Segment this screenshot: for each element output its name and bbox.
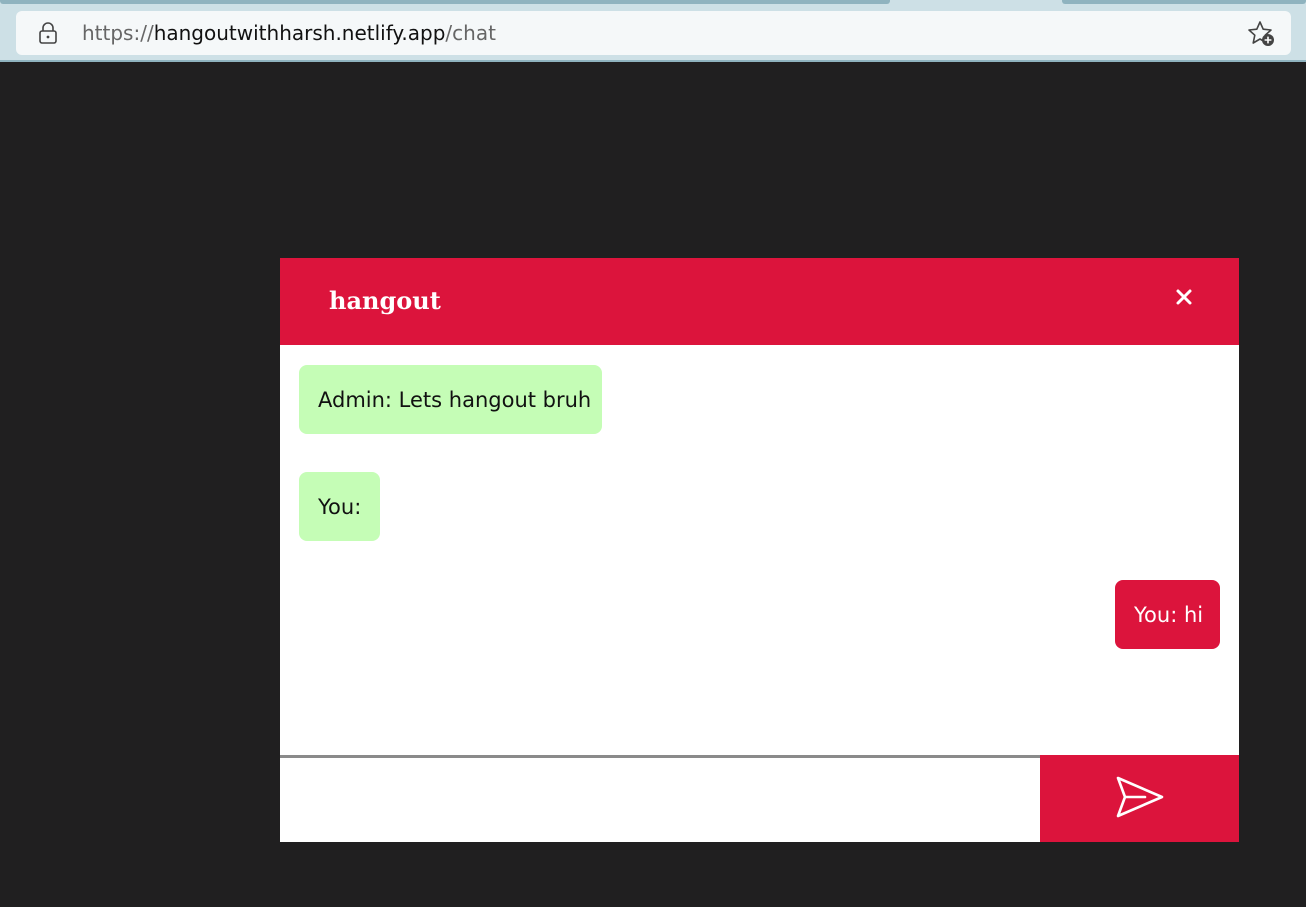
message-bubble: You: [299, 472, 380, 541]
inactive-tab-indicator[interactable] [1062, 0, 1306, 4]
message-bubble: You: hi [1115, 580, 1220, 649]
compose-bar [280, 755, 1239, 842]
chat-header: hangout [280, 258, 1239, 345]
lock-icon[interactable] [38, 21, 58, 45]
add-favorite-icon[interactable] [1246, 20, 1276, 48]
tab-strip [0, 0, 1306, 4]
url-scheme: https:// [82, 21, 154, 45]
chat-title: hangout [329, 286, 441, 315]
chat-window: hangout Admin: Lets hangout bruh You: Yo… [280, 258, 1239, 842]
send-button[interactable] [1040, 755, 1239, 842]
close-icon[interactable] [1173, 286, 1195, 308]
browser-toolbar: https://hangoutwithharsh.netlify.app/cha… [0, 0, 1306, 62]
message-input[interactable] [280, 755, 1040, 842]
send-icon [1116, 776, 1164, 818]
url-text[interactable]: https://hangoutwithharsh.netlify.app/cha… [82, 20, 496, 46]
active-tab-indicator[interactable] [0, 0, 890, 4]
url-path: /chat [445, 21, 496, 45]
url-host: hangoutwithharsh.netlify.app [153, 21, 446, 45]
message-bubble: Admin: Lets hangout bruh [299, 365, 602, 434]
message-list[interactable]: Admin: Lets hangout bruh You: You: hi [280, 345, 1239, 755]
